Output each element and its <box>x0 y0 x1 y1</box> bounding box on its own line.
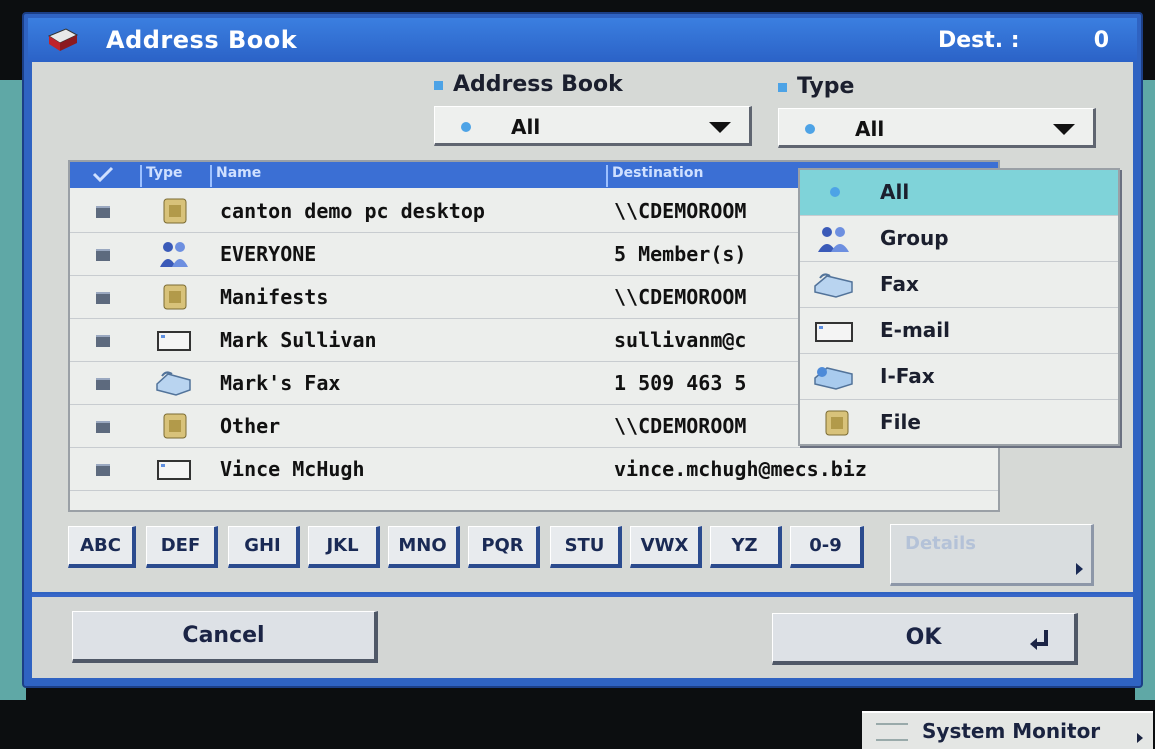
type-option-label: Fax <box>880 272 919 296</box>
row-name: Mark's Fax <box>220 371 341 395</box>
column-header-type[interactable]: Type <box>146 165 183 181</box>
details-button[interactable]: Details <box>890 524 1094 586</box>
dot-icon <box>830 187 840 197</box>
alpha-button-jkl[interactable]: JKL <box>308 526 380 568</box>
file-folder-icon <box>825 410 849 436</box>
list-row[interactable]: Vince McHugh vince.mchugh@mecs.biz <box>70 448 998 491</box>
address-book-icon <box>47 28 79 51</box>
email-icon <box>157 460 191 480</box>
email-icon <box>157 331 191 351</box>
type-filter-label: Type <box>778 74 854 99</box>
column-header-separator <box>606 165 608 187</box>
type-select-value: All <box>855 117 885 141</box>
type-option-fax[interactable]: Fax <box>800 262 1118 308</box>
row-checkbox[interactable] <box>96 292 110 304</box>
row-name: canton demo pc desktop <box>220 199 485 223</box>
row-destination: \\CDEMOROOM <box>614 285 747 309</box>
dot-icon <box>461 122 471 132</box>
alpha-button-0-9[interactable]: 0-9 <box>790 526 864 568</box>
column-header-name[interactable]: Name <box>216 165 261 181</box>
row-destination: 5 Member(s) <box>614 242 747 266</box>
type-option-file[interactable]: File <box>800 400 1118 446</box>
row-name: EVERYONE <box>220 242 317 266</box>
row-name: Vince McHugh <box>220 457 365 481</box>
group-icon <box>818 227 849 252</box>
status-bars-icon <box>876 723 908 741</box>
details-button-label: Details <box>905 533 976 554</box>
address-book-select[interactable]: All <box>434 106 752 146</box>
type-option-label: All <box>880 180 910 204</box>
row-destination: \\CDEMOROOM <box>614 199 747 223</box>
address-book-filter-label: Address Book <box>434 72 623 97</box>
window-title: Address Book <box>106 26 298 54</box>
column-header-destination[interactable]: Destination <box>612 165 703 181</box>
row-destination: \\CDEMOROOM <box>614 414 747 438</box>
file-folder-icon <box>163 284 187 310</box>
row-checkbox[interactable] <box>96 335 110 347</box>
chevron-down-icon <box>709 122 731 133</box>
destination-count-label: Dest. : <box>938 28 1020 53</box>
type-select[interactable]: All <box>778 108 1096 148</box>
row-name: Mark Sullivan <box>220 328 377 352</box>
type-option-ifax[interactable]: I-Fax <box>800 354 1118 400</box>
bullet-icon <box>778 82 787 92</box>
ok-button-label: OK <box>905 625 942 650</box>
system-monitor-button[interactable]: System Monitor <box>862 711 1153 749</box>
enter-icon <box>1030 630 1048 650</box>
alpha-button-abc[interactable]: ABC <box>68 526 136 568</box>
row-checkbox[interactable] <box>96 421 110 433</box>
type-option-email[interactable]: E-mail <box>800 308 1118 354</box>
file-folder-icon <box>163 198 187 224</box>
type-option-all[interactable]: All <box>800 170 1118 216</box>
type-option-label: File <box>880 410 921 434</box>
dot-icon <box>805 124 815 134</box>
email-icon <box>815 322 853 342</box>
arrow-right-icon <box>1076 563 1083 575</box>
alpha-button-yz[interactable]: YZ <box>710 526 782 568</box>
bullet-icon <box>434 80 443 90</box>
address-book-window: Address Book Dest. : 0 Address Book All … <box>22 12 1143 688</box>
alpha-button-stu[interactable]: STU <box>550 526 622 568</box>
alpha-button-pqr[interactable]: PQR <box>468 526 540 568</box>
title-bar: Address Book Dest. : 0 <box>28 18 1137 62</box>
row-name: Manifests <box>220 285 329 309</box>
alpha-button-ghi[interactable]: GHI <box>228 526 300 568</box>
fax-icon <box>156 371 191 396</box>
row-destination: 1 509 463 5 <box>614 371 747 395</box>
row-destination: vince.mchugh@mecs.biz <box>614 457 867 481</box>
alpha-button-vwx[interactable]: VWX <box>630 526 702 568</box>
row-checkbox[interactable] <box>96 249 110 261</box>
column-separator <box>140 165 142 187</box>
alpha-button-mno[interactable]: MNO <box>388 526 460 568</box>
arrow-right-icon <box>1137 733 1143 743</box>
type-option-group[interactable]: Group <box>800 216 1118 262</box>
row-destination: sullivanm@c <box>614 328 747 352</box>
checkmark-icon <box>92 166 114 182</box>
group-icon <box>160 242 188 267</box>
chevron-down-icon <box>1053 124 1075 135</box>
file-folder-icon <box>163 413 187 439</box>
alpha-button-def[interactable]: DEF <box>146 526 218 568</box>
destination-count: 0 <box>1093 28 1109 53</box>
column-separator <box>210 165 212 187</box>
row-name: Other <box>220 414 281 438</box>
ok-button[interactable]: OK <box>772 613 1078 665</box>
footer-bar: Cancel OK <box>32 594 1133 678</box>
type-option-label: Group <box>880 226 949 250</box>
row-checkbox[interactable] <box>96 464 110 476</box>
ifax-icon <box>814 367 853 390</box>
address-book-select-value: All <box>511 115 541 139</box>
row-checkbox[interactable] <box>96 206 110 218</box>
row-checkbox[interactable] <box>96 378 110 390</box>
type-dropdown-menu: All Group Fax E-mail I-Fax File <box>798 168 1120 446</box>
system-monitor-label: System Monitor <box>922 719 1101 743</box>
type-option-label: E-mail <box>880 318 951 342</box>
cancel-button[interactable]: Cancel <box>72 611 378 663</box>
fax-icon <box>814 273 853 298</box>
type-option-label: I-Fax <box>880 364 935 388</box>
